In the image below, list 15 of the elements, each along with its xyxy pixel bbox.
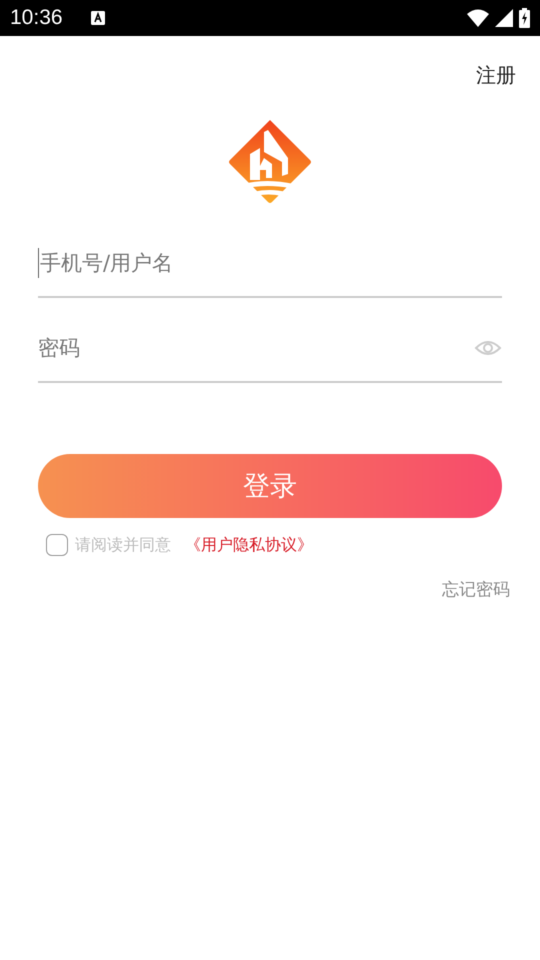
eye-icon[interactable] (474, 339, 502, 357)
agreement-text: 请阅读并同意 (75, 534, 171, 556)
notification-icon (90, 11, 105, 25)
status-time: 10:36 (10, 6, 63, 30)
privacy-agreement-link[interactable]: 《用户隐私协议》 (185, 534, 313, 556)
signal-icon (495, 9, 513, 27)
register-link[interactable]: 注册 (476, 60, 516, 90)
wifi-icon (467, 9, 489, 27)
battery-icon (519, 8, 530, 28)
login-button[interactable]: 登录 (38, 454, 502, 518)
agreement-checkbox[interactable] (46, 534, 68, 556)
forgot-password-link[interactable]: 忘记密码 (442, 578, 510, 601)
logo-icon (226, 118, 314, 206)
username-field[interactable]: 手机号/用户名 (40, 251, 502, 275)
password-field[interactable]: 密码 (38, 336, 474, 360)
